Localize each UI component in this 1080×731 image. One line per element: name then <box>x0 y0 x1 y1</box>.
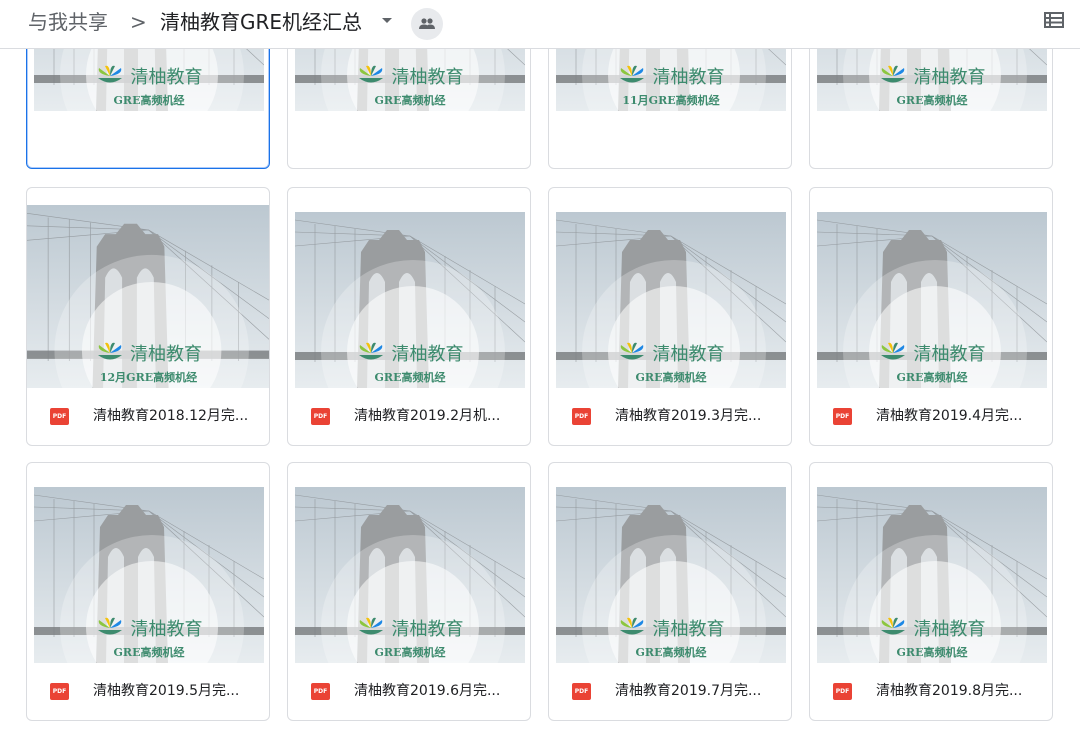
qingyou-logo-icon <box>881 617 906 635</box>
thumbnail-logo: 清柚教育 <box>556 340 786 366</box>
qingyou-logo-icon <box>359 65 384 83</box>
file-name-row[interactable]: PDF 清柚教育2019.2月机... <box>288 388 530 445</box>
file-card[interactable]: 清柚教育 GRE高频机经 PDF 清柚教育2019.3月完... <box>548 187 792 446</box>
logo-brand-text: 清柚教育 <box>391 619 464 640</box>
thumbnail-subtitle: GRE高频机经 <box>635 646 707 659</box>
file-name-row[interactable]: PDF 清柚教育2019.6月完... <box>288 663 530 720</box>
pdf-icon: PDF <box>50 683 69 700</box>
file-name-row[interactable]: PDF 清柚教育2019.8月完... <box>810 663 1052 720</box>
thumbnail-subtitle: GRE高频机经 <box>113 646 185 659</box>
logo-brand-text: 清柚教育 <box>130 344 203 365</box>
thumbnail-logo: 清柚教育 <box>34 63 264 89</box>
thumbnail-subtitle: GRE高频机经 <box>896 646 968 659</box>
thumbnail-logo: 清柚教育 <box>27 340 269 366</box>
qingyou-logo-icon <box>620 617 645 635</box>
logo-brand-text: 清柚教育 <box>130 67 203 88</box>
file-name: 清柚教育2019.8月完... <box>876 683 1023 699</box>
folder-dropdown-icon[interactable] <box>382 18 392 23</box>
file-card[interactable]: 清柚教育 GRE高频机经 PDF 清柚教育2019.4月完... <box>809 187 1053 446</box>
file-thumbnail[interactable]: 清柚教育 GRE高频机经 <box>556 212 786 388</box>
logo-brand-text: 清柚教育 <box>913 344 986 365</box>
file-name-row[interactable]: PDF 清柚教育2018.12月完... <box>27 388 269 445</box>
list-view-icon[interactable] <box>1043 10 1065 34</box>
file-name: 清柚教育2019.3月完... <box>615 408 762 424</box>
file-name-row[interactable]: PDF 清柚教育2019.4月完... <box>810 388 1052 445</box>
pdf-icon: PDF <box>311 683 330 700</box>
logo-brand-text: 清柚教育 <box>391 67 464 88</box>
pdf-icon: PDF <box>50 408 69 425</box>
breadcrumb-shared-with-me[interactable]: 与我共享 <box>28 8 108 36</box>
logo-brand-text: 清柚教育 <box>913 67 986 88</box>
thumbnail-subtitle: GRE高频机经 <box>374 94 446 107</box>
thumbnail-logo: 清柚教育 <box>295 63 525 89</box>
file-name: 清柚教育2019.7月完... <box>615 683 762 699</box>
file-thumbnail[interactable]: 清柚教育 GRE高频机经 <box>295 212 525 388</box>
pdf-icon: PDF <box>833 683 852 700</box>
qingyou-logo-icon <box>881 65 906 83</box>
logo-brand-text: 清柚教育 <box>652 67 725 88</box>
thumbnail-logo: 清柚教育 <box>295 615 525 641</box>
thumbnail-subtitle: 12月GRE高频机经 <box>99 371 198 384</box>
pdf-icon: PDF <box>311 408 330 425</box>
file-name-row[interactable]: PDF 清柚教育2019.7月完... <box>549 663 791 720</box>
toolbar: 与我共享 > 清柚教育GRE机经汇总 <box>0 0 1080 49</box>
logo-brand-text: 清柚教育 <box>652 619 725 640</box>
breadcrumb-current-folder[interactable]: 清柚教育GRE机经汇总 <box>160 8 362 36</box>
qingyou-logo-icon <box>359 342 384 360</box>
file-card[interactable]: 清柚教育 GRE高频机经 PDF 清柚教育2019.8月完... <box>809 462 1053 721</box>
logo-brand-text: 清柚教育 <box>130 619 203 640</box>
pdf-icon: PDF <box>833 408 852 425</box>
file-card[interactable]: 清柚教育 12月GRE高频机经 PDF 清柚教育2018.12月完... <box>26 187 270 446</box>
file-thumbnail[interactable]: 清柚教育 GRE高频机经 <box>817 212 1047 388</box>
file-name: 清柚教育2019.4月完... <box>876 408 1023 424</box>
thumbnail-logo: 清柚教育 <box>817 615 1047 641</box>
file-card[interactable]: 清柚教育 GRE高频机经 PDF 清柚教育2019.5月完... <box>26 462 270 721</box>
thumbnail-subtitle: 11月GRE高频机经 <box>622 94 720 107</box>
file-name: 清柚教育2019.6月完... <box>354 683 501 699</box>
file-card[interactable]: 清柚教育 GRE高频机经 PDF 清柚教育2019.6月完... <box>287 462 531 721</box>
thumbnail-logo: 清柚教育 <box>295 340 525 366</box>
thumbnail-logo: 清柚教育 <box>34 615 264 641</box>
qingyou-logo-icon <box>98 65 123 83</box>
qingyou-logo-icon <box>881 342 906 360</box>
file-name-row[interactable]: PDF 清柚教育2019.5月完... <box>27 663 269 720</box>
qingyou-logo-icon <box>97 342 122 360</box>
thumbnail-logo: 清柚教育 <box>817 340 1047 366</box>
logo-brand-text: 清柚教育 <box>652 344 725 365</box>
thumbnail-subtitle: GRE高频机经 <box>374 371 446 384</box>
file-thumbnail[interactable]: 清柚教育 GRE高频机经 <box>817 487 1047 663</box>
breadcrumb-separator: > <box>130 10 147 34</box>
qingyou-logo-icon <box>620 342 645 360</box>
thumbnail-subtitle: GRE高频机经 <box>896 94 968 107</box>
qingyou-logo-icon <box>620 65 645 83</box>
shared-people-icon[interactable] <box>411 8 443 40</box>
file-name: 清柚教育2019.5月完... <box>93 683 240 699</box>
file-card[interactable]: 清柚教育 GRE高频机经 PDF 清柚教育2019.7月完... <box>548 462 792 721</box>
file-thumbnail[interactable]: 清柚教育 GRE高频机经 <box>295 487 525 663</box>
file-name-row[interactable]: PDF 清柚教育2019.3月完... <box>549 388 791 445</box>
file-thumbnail[interactable]: 清柚教育 GRE高频机经 <box>556 487 786 663</box>
thumbnail-logo: 清柚教育 <box>556 63 786 89</box>
pdf-icon: PDF <box>572 683 591 700</box>
thumbnail-subtitle: GRE高频机经 <box>635 371 707 384</box>
qingyou-logo-icon <box>359 617 384 635</box>
logo-brand-text: 清柚教育 <box>913 619 986 640</box>
pdf-icon: PDF <box>572 408 591 425</box>
file-thumbnail[interactable]: 清柚教育 GRE高频机经 <box>34 487 264 663</box>
file-thumbnail[interactable]: 清柚教育 12月GRE高频机经 <box>27 205 269 388</box>
logo-brand-text: 清柚教育 <box>391 344 464 365</box>
thumbnail-logo: 清柚教育 <box>817 63 1047 89</box>
file-name: 清柚教育2019.2月机... <box>354 408 501 424</box>
thumbnail-logo: 清柚教育 <box>556 615 786 641</box>
thumbnail-subtitle: GRE高频机经 <box>113 94 185 107</box>
thumbnail-subtitle: GRE高频机经 <box>374 646 446 659</box>
file-card[interactable]: 清柚教育 GRE高频机经 PDF 清柚教育2019.2月机... <box>287 187 531 446</box>
qingyou-logo-icon <box>98 617 123 635</box>
file-name: 清柚教育2018.12月完... <box>93 408 249 424</box>
thumbnail-subtitle: GRE高频机经 <box>896 371 968 384</box>
